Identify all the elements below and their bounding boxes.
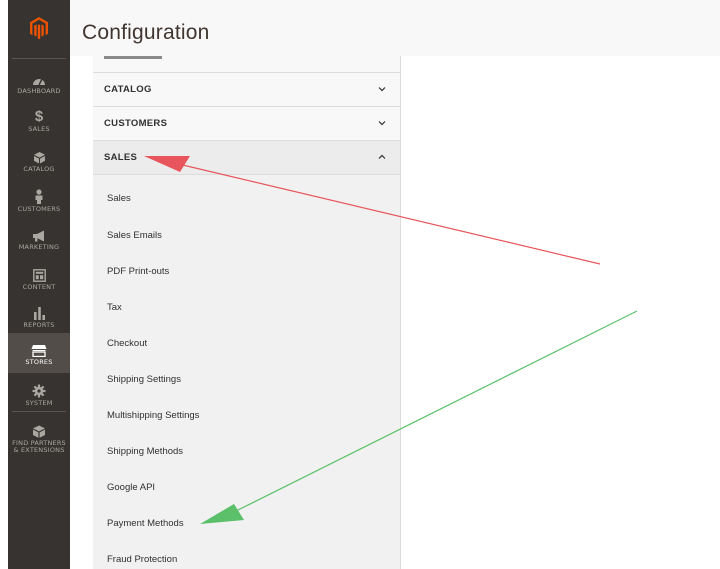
storefront-icon <box>31 339 47 358</box>
nav-item-marketing[interactable]: MARKETING <box>8 218 70 258</box>
section-customers[interactable]: CUSTOMERS <box>93 107 400 141</box>
magento-logo[interactable] <box>8 0 70 56</box>
nav-item-reports[interactable]: REPORTS <box>8 296 70 336</box>
sales-item-fraud-protection[interactable]: Fraud Protection <box>107 554 177 565</box>
nav-label: CUSTOMERS <box>17 205 61 214</box>
chevron-down-icon <box>378 121 386 126</box>
layout-icon <box>32 264 46 283</box>
sales-item-tax[interactable]: Tax <box>107 302 122 313</box>
sales-item-checkout[interactable]: Checkout <box>107 338 147 349</box>
chevron-down-icon <box>378 87 386 92</box>
sales-item-google-api[interactable]: Google API <box>107 482 155 493</box>
bar-chart-icon <box>33 302 46 321</box>
section-label: CATALOG <box>104 84 152 95</box>
dashboard-gauge-icon <box>32 68 46 86</box>
nav-label: SALES <box>28 125 50 134</box>
nav-label: STORES <box>25 358 53 367</box>
nav-item-customers[interactable]: CUSTOMERS <box>8 180 70 220</box>
nav-item-stores[interactable]: STORES <box>8 333 70 373</box>
sales-item-shipping-settings[interactable]: Shipping Settings <box>107 374 181 385</box>
cube-icon <box>32 420 46 438</box>
dollar-icon: $ <box>34 108 44 126</box>
nav-label: REPORTS <box>23 321 55 330</box>
nav-item-content[interactable]: CONTENT <box>8 258 70 298</box>
admin-sidebar: DASHBOARD $ SALES CATALOG CUSTOMERS MARK… <box>8 0 70 569</box>
sales-item-payment-methods[interactable]: Payment Methods <box>107 518 184 529</box>
sales-item-sales-emails[interactable]: Sales Emails <box>107 230 162 241</box>
section-sales[interactable]: SALES <box>93 141 400 175</box>
megaphone-icon <box>32 224 47 242</box>
magento-logo-icon <box>30 17 48 40</box>
clipped-section-label <box>104 56 162 59</box>
window-edge <box>0 0 8 569</box>
nav-label-line2: & EXTENSIONS <box>13 446 65 454</box>
nav-item-sales[interactable]: $ SALES <box>8 100 70 140</box>
nav-label: MARKETING <box>18 243 60 252</box>
nav-item-system[interactable]: SYSTEM <box>8 374 70 414</box>
nav-label: DASHBOARD <box>17 87 61 96</box>
person-icon <box>34 186 44 205</box>
nav-divider <box>12 411 66 412</box>
nav-item-find-partners[interactable]: FIND PARTNERS & EXTENSIONS <box>8 415 70 459</box>
gear-icon <box>32 380 46 398</box>
page-title: Configuration <box>82 21 210 44</box>
nav-item-catalog[interactable]: CATALOG <box>8 140 70 180</box>
nav-label: CATALOG <box>23 165 55 174</box>
box-icon <box>33 146 46 164</box>
sales-item-multishipping-settings[interactable]: Multishipping Settings <box>107 410 199 421</box>
chevron-up-icon <box>378 154 386 159</box>
nav-label: SYSTEM <box>25 399 53 408</box>
section-label: SALES <box>104 152 138 163</box>
config-tabs-panel: CATALOG CUSTOMERS SALES Sales Sales Emai… <box>93 56 401 569</box>
section-label: CUSTOMERS <box>104 118 168 129</box>
scrolled-section[interactable] <box>93 56 400 73</box>
sales-item-pdf-printouts[interactable]: PDF Print-outs <box>107 266 169 277</box>
section-catalog[interactable]: CATALOG <box>93 73 400 107</box>
sales-item-shipping-methods[interactable]: Shipping Methods <box>107 446 183 457</box>
nav-divider <box>12 58 66 59</box>
nav-label: CONTENT <box>22 283 56 292</box>
page-header: Configuration <box>70 0 720 56</box>
sales-item-sales[interactable]: Sales <box>107 193 131 204</box>
nav-item-dashboard[interactable]: DASHBOARD <box>8 62 70 102</box>
